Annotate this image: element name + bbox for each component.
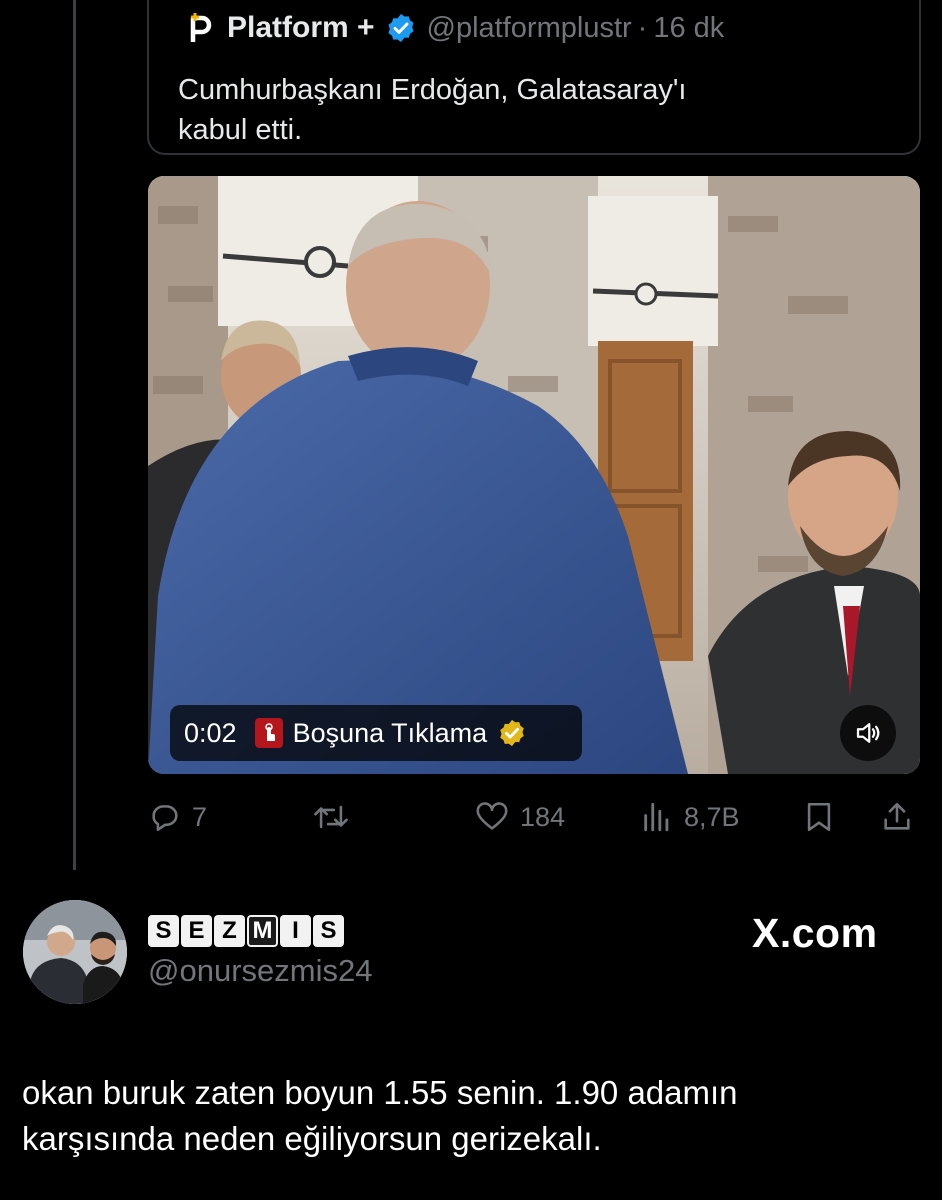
reply-display-name[interactable]: S E Z M I S [148, 915, 344, 947]
view-count: 8,7B [684, 801, 740, 832]
quoted-text-line: Cumhurbaşkanı Erdoğan, Galatasaray'ı [178, 74, 687, 106]
bookmark-button[interactable] [802, 795, 836, 839]
reply-button[interactable]: 7 [148, 795, 207, 839]
quoted-tweet-header: Platform + @platformplustr · 16 dk [185, 8, 724, 48]
heart-icon [476, 802, 508, 830]
reply-icon [152, 805, 178, 832]
gold-verified-icon [497, 718, 527, 748]
video-time: 0:02 [184, 717, 237, 748]
views-button[interactable]: 8,7B [640, 795, 740, 839]
volume-button[interactable] [840, 705, 896, 761]
retweet-button[interactable] [312, 795, 350, 839]
reply-count: 7 [192, 801, 208, 832]
retweet-icon [314, 805, 348, 829]
name-letter: M [247, 915, 278, 947]
reply-text-line: okan buruk zaten boyun 1.55 senin. 1.90 … [22, 1074, 738, 1111]
share-button[interactable] [880, 795, 914, 839]
platform-p-icon [185, 12, 217, 44]
tap-icon [254, 718, 283, 748]
name-letter: Z [214, 915, 245, 947]
quoted-handle[interactable]: @platformplustr [427, 12, 632, 45]
video-info-bar: 0:02 Boşuna Tıklama [170, 705, 582, 761]
channel-name: Boşuna Tıklama [292, 717, 488, 748]
reply-tweet-text: okan buruk zaten boyun 1.55 senin. 1.90 … [22, 1070, 922, 1162]
name-letter: E [181, 915, 212, 947]
channel-watermark: Boşuna Tıklama [254, 717, 528, 749]
like-count: 184 [520, 801, 566, 832]
quoted-timestamp[interactable]: 16 dk [653, 12, 724, 45]
volume-icon [856, 723, 880, 743]
reply-text-line: karşısında neden eğiliyorsun gerizekalı. [22, 1120, 602, 1157]
quoted-display-name[interactable]: Platform + [227, 11, 375, 45]
reply-handle[interactable]: @onursezmis24 [148, 953, 372, 989]
video-frame-image [148, 176, 920, 774]
tweet-action-bar: 7 184 8,7B [0, 795, 942, 839]
quoted-text-line: kabul etti. [178, 114, 303, 146]
name-letter: S [313, 915, 344, 947]
bookmark-icon [807, 802, 831, 832]
name-letter: S [148, 915, 179, 947]
thread-connector-line [73, 0, 76, 870]
avatar-image [23, 900, 127, 1004]
share-icon [884, 802, 910, 830]
verified-badge-icon [385, 12, 417, 44]
like-button[interactable]: 184 [474, 795, 565, 839]
name-letter: I [280, 915, 311, 947]
video-player[interactable] [148, 176, 920, 774]
xcom-watermark: X.com [752, 910, 878, 956]
avatar[interactable] [23, 900, 127, 1004]
views-icon [644, 802, 669, 832]
quoted-tweet-text: Cumhurbaşkanı Erdoğan, Galatasaray'ı kab… [178, 70, 878, 150]
separator-dot: · [637, 11, 648, 44]
